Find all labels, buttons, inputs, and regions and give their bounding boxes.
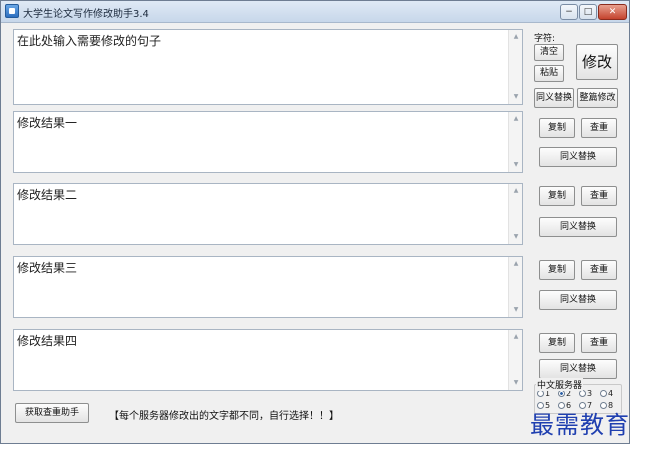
radio-icon[interactable] xyxy=(600,390,607,397)
check-button-1[interactable]: 查重 xyxy=(581,118,617,138)
result-textarea-3[interactable]: 修改结果三 ▲ ▼ xyxy=(13,256,523,318)
scroll-down-icon[interactable]: ▼ xyxy=(509,159,523,171)
result-scrollbar-1[interactable]: ▲ ▼ xyxy=(508,112,522,172)
result-scrollbar-3[interactable]: ▲ ▼ xyxy=(508,257,522,317)
result-label-4: 修改结果四 xyxy=(17,334,78,348)
result-label-1: 修改结果一 xyxy=(17,116,78,130)
get-check-helper-button[interactable]: 获取查重助手 xyxy=(15,403,89,423)
scroll-up-icon[interactable]: ▲ xyxy=(509,113,523,125)
close-button[interactable]: ✕ xyxy=(598,4,627,20)
scroll-up-icon[interactable]: ▲ xyxy=(509,185,523,197)
scroll-down-icon[interactable]: ▼ xyxy=(509,91,523,103)
scroll-up-icon[interactable]: ▲ xyxy=(509,31,523,43)
result-textarea-4[interactable]: 修改结果四 ▲ ▼ xyxy=(13,329,523,391)
whole-modify-button[interactable]: 整篇修改 xyxy=(577,88,618,108)
char-count-label: 字符: xyxy=(534,34,556,44)
clear-button[interactable]: 清空 xyxy=(534,44,564,61)
app-icon xyxy=(5,4,19,18)
window-title: 大学生论文写作修改助手3.4 xyxy=(23,9,149,20)
synonym-replace-button[interactable]: 同义替换 xyxy=(534,88,574,108)
synonym-button-1[interactable]: 同义替换 xyxy=(539,147,617,167)
watermark-text: 最需教育 xyxy=(530,411,630,439)
radio-icon[interactable] xyxy=(579,390,586,397)
result-scrollbar-4[interactable]: ▲ ▼ xyxy=(508,330,522,390)
copy-button-4[interactable]: 复制 xyxy=(539,333,575,353)
copy-button-1[interactable]: 复制 xyxy=(539,118,575,138)
scroll-down-icon[interactable]: ▼ xyxy=(509,377,523,389)
result-label-3: 修改结果三 xyxy=(17,261,78,275)
server-notice: 【每个服务器修改出的文字都不同，自行选择！！】 xyxy=(109,411,339,422)
result-textarea-1[interactable]: 修改结果一 ▲ ▼ xyxy=(13,111,523,173)
app-window: 大学生论文写作修改助手3.4 − □ ✕ 在此处输入需要修改的句子 ▲ ▼ 字符… xyxy=(0,0,630,444)
check-button-2[interactable]: 查重 xyxy=(581,186,617,206)
scroll-up-icon[interactable]: ▲ xyxy=(509,258,523,270)
title-bar: 大学生论文写作修改助手3.4 − □ ✕ xyxy=(1,1,629,23)
input-scrollbar[interactable]: ▲ ▼ xyxy=(508,30,522,104)
server-group-label: 中文服务器 xyxy=(536,378,584,391)
input-placeholder: 在此处输入需要修改的句子 xyxy=(17,34,162,48)
result-label-2: 修改结果二 xyxy=(17,188,78,202)
radio-selected-icon[interactable] xyxy=(558,390,565,397)
synonym-button-4[interactable]: 同义替换 xyxy=(539,359,617,379)
scroll-up-icon[interactable]: ▲ xyxy=(509,331,523,343)
result-textarea-2[interactable]: 修改结果二 ▲ ▼ xyxy=(13,183,523,245)
synonym-button-3[interactable]: 同义替换 xyxy=(539,290,617,310)
radio-icon[interactable] xyxy=(537,390,544,397)
scroll-down-icon[interactable]: ▼ xyxy=(509,304,523,316)
maximize-button[interactable]: □ xyxy=(579,4,597,20)
minimize-button[interactable]: − xyxy=(560,4,578,20)
result-scrollbar-2[interactable]: ▲ ▼ xyxy=(508,184,522,244)
scroll-down-icon[interactable]: ▼ xyxy=(509,231,523,243)
check-button-4[interactable]: 查重 xyxy=(581,333,617,353)
paste-button[interactable]: 粘贴 xyxy=(534,65,564,82)
modify-button[interactable]: 修改 xyxy=(576,44,618,80)
input-textarea[interactable]: 在此处输入需要修改的句子 ▲ ▼ xyxy=(13,29,523,105)
check-button-3[interactable]: 查重 xyxy=(581,260,617,280)
copy-button-2[interactable]: 复制 xyxy=(539,186,575,206)
server-radio-4[interactable]: 4 xyxy=(600,389,613,398)
copy-button-3[interactable]: 复制 xyxy=(539,260,575,280)
synonym-button-2[interactable]: 同义替换 xyxy=(539,217,617,237)
